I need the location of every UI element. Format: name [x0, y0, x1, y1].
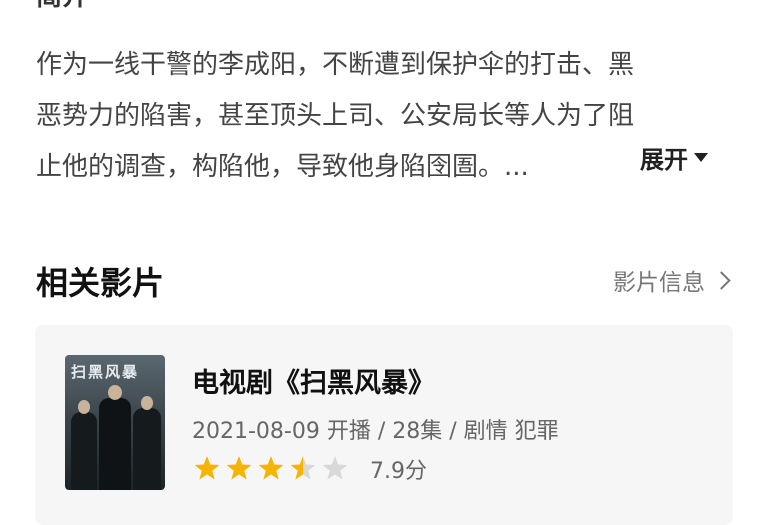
- movie-poster[interactable]: 扫黑风暴: [65, 355, 165, 490]
- caret-down-icon: [694, 152, 708, 162]
- movie-title: 电视剧《扫黑风暴》: [192, 368, 435, 399]
- star-rating: 7.9分: [192, 453, 427, 485]
- movie-meta: 2021-08-09 开播 / 28集 / 剧情 犯罪: [192, 419, 559, 444]
- star-icon: [290, 456, 316, 480]
- rating-score: 7.9分: [370, 459, 427, 484]
- star-icon: [322, 456, 348, 480]
- chevron-right-icon: [712, 270, 731, 290]
- summary-line: 作为一线干警的李成阳，不断遭到保护伞的打击、黑: [36, 50, 635, 80]
- expand-button[interactable]: 展开: [640, 142, 708, 174]
- summary-line: 止他的调查，构陷他，导致他身陷囹圄。...: [36, 152, 529, 182]
- star-icon: [194, 456, 220, 480]
- section-title: 相关影片: [36, 264, 165, 302]
- cut-off-heading: 简介: [36, 0, 106, 8]
- movie-info-link-label: 影片信息: [613, 270, 705, 296]
- poster-title: 扫黑风暴: [71, 363, 140, 381]
- star-icon: [258, 456, 284, 480]
- summary-line: 恶势力的陷害，甚至顶头上司、公安局长等人为了阻: [36, 101, 635, 131]
- expand-label: 展开: [640, 145, 688, 174]
- summary-text: 作为一线干警的李成阳，不断遭到保护伞的打击、黑 恶势力的陷害，甚至顶头上司、公安…: [36, 40, 736, 193]
- stars-icon: [194, 456, 348, 480]
- related-movie-card[interactable]: 扫黑风暴 电视剧《扫黑风暴》 2021-08-09 开播 / 28集 / 剧情 …: [35, 325, 733, 525]
- star-icon: [226, 456, 252, 480]
- movie-info-link[interactable]: 影片信息: [613, 263, 732, 297]
